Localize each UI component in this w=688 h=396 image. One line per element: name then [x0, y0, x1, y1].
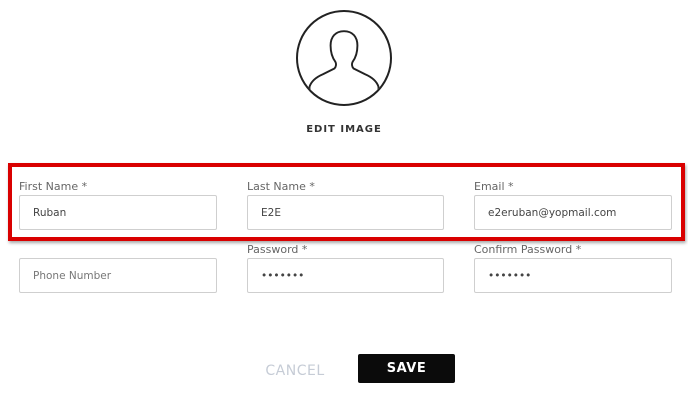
email-field[interactable] [474, 195, 672, 230]
phone-number-field[interactable] [19, 258, 217, 293]
avatar[interactable] [296, 10, 392, 106]
confirm-password-field[interactable] [474, 258, 672, 293]
email-label: Email * [474, 180, 514, 193]
save-button[interactable]: SAVE [358, 354, 455, 383]
password-field[interactable] [247, 258, 444, 293]
cancel-button[interactable]: CANCEL [255, 360, 335, 382]
user-silhouette-icon [308, 30, 380, 104]
last-name-label: Last Name * [247, 180, 315, 193]
last-name-field[interactable] [247, 195, 444, 230]
first-name-field[interactable] [19, 195, 217, 230]
confirm-password-label: Confirm Password * [474, 243, 582, 256]
password-label: Password * [247, 243, 308, 256]
first-name-label: First Name * [19, 180, 88, 193]
edit-image-link[interactable]: EDIT IMAGE [284, 124, 404, 135]
